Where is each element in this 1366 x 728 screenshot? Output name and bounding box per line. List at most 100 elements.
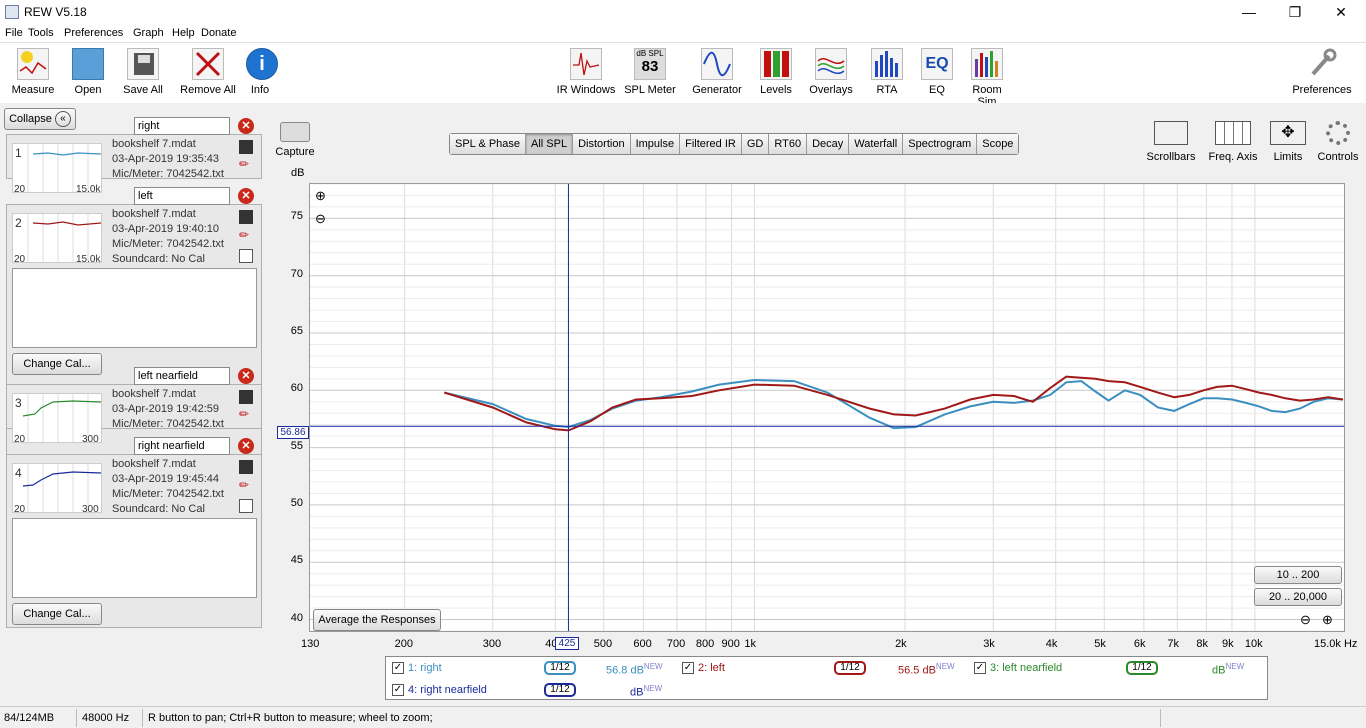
levels-button[interactable]: Levels [758, 48, 794, 96]
measurement-name-field[interactable] [134, 117, 230, 135]
rta-button[interactable]: RTA [870, 48, 904, 96]
delete-measurement-icon[interactable]: ✕ [238, 118, 254, 134]
zoom-out-icon[interactable]: ⊖ [315, 211, 326, 227]
x-tick-label: 10k [1244, 638, 1263, 650]
ir-windows-button[interactable]: IR Windows [556, 48, 616, 96]
delete-measurement-icon[interactable]: ✕ [238, 438, 254, 454]
range-10-200-button[interactable]: 10 .. 200 [1254, 566, 1342, 584]
tab-filtered-ir[interactable]: Filtered IR [680, 134, 742, 154]
legend: ✓ 1: right 1/12 56.8 dBNEW ✓ 2: left 1/1… [385, 656, 1268, 700]
cursor-y-readout: 56.86 [277, 426, 309, 439]
average-responses-button[interactable]: Average the Responses [313, 609, 441, 631]
measurement-notes[interactable] [12, 518, 257, 598]
pen-icon[interactable]: ✏ [239, 478, 253, 492]
measurement-edit-icon[interactable] [239, 390, 253, 404]
smoothing-badge[interactable]: 1/12 [834, 661, 866, 675]
x-tick-label: 8k [1196, 638, 1208, 650]
preferences-button[interactable]: Preferences [1290, 48, 1354, 96]
eq-button[interactable]: EQ EQ [920, 48, 954, 96]
measurement-name-field[interactable] [134, 437, 230, 455]
legend-checkbox[interactable]: ✓ [392, 684, 404, 696]
zoom-in-icon[interactable]: ⊕ [315, 188, 326, 204]
delete-measurement-icon[interactable]: ✕ [238, 368, 254, 384]
x-tick-label: 6k [1133, 638, 1146, 650]
scrollbars-button[interactable]: Scrollbars [1145, 121, 1197, 163]
menu-graph[interactable]: Graph [133, 27, 164, 39]
tab-decay[interactable]: Decay [807, 134, 850, 154]
collapse-button[interactable]: Collapse « [4, 108, 76, 130]
pen-icon[interactable]: ✏ [239, 407, 253, 421]
zoom-out-x-icon[interactable]: ⊖ [1300, 612, 1311, 628]
measurement-index: 4 [15, 466, 22, 480]
tab-gd[interactable]: GD [741, 134, 770, 154]
y-tick-label: 45 [290, 554, 303, 567]
status-hint: R button to pan; Ctrl+R button to measur… [148, 712, 433, 724]
tab-scope[interactable]: Scope [977, 134, 1019, 154]
save-all-button[interactable]: Save All [120, 48, 166, 96]
measurement-name-field[interactable] [134, 187, 230, 205]
title-bar: REW V5.18 — ❐ ✕ [0, 0, 1366, 24]
tab-spectrogram[interactable]: Spectrogram [903, 134, 978, 154]
close-icon[interactable]: ✕ [1318, 2, 1364, 22]
zoom-in-x-icon[interactable]: ⊕ [1322, 612, 1333, 628]
freq-axis-button[interactable]: Freq. Axis [1206, 121, 1260, 163]
limits-button[interactable]: ✥ Limits [1266, 121, 1310, 163]
levels-icon [760, 48, 792, 80]
measurement-file: bookshelf 7.mdat [112, 208, 196, 220]
change-cal-button[interactable]: Change Cal... [12, 353, 102, 375]
legend-value: 56.8 dBNEW [606, 662, 663, 677]
menu-tools[interactable]: Tools [28, 27, 54, 39]
measurement-file: bookshelf 7.mdat [112, 138, 196, 150]
overlays-button[interactable]: Overlays [808, 48, 854, 96]
freq-axis-icon [1215, 121, 1251, 145]
pen-icon[interactable]: ✏ [239, 157, 253, 171]
legend-checkbox[interactable]: ✓ [392, 662, 404, 674]
menu-file[interactable]: File [5, 27, 23, 39]
delete-measurement-icon[interactable]: ✕ [238, 188, 254, 204]
smoothing-badge[interactable]: 1/12 [1126, 661, 1158, 675]
controls-button[interactable]: Controls [1314, 121, 1362, 163]
tab-spl-phase[interactable]: SPL & Phase [450, 134, 527, 154]
tab-distortion[interactable]: Distortion [573, 134, 631, 154]
tab-rt60[interactable]: RT60 [769, 134, 808, 154]
measurement-edit-icon[interactable] [239, 460, 253, 474]
spl-meter-button[interactable]: dB SPL 83 SPL Meter [624, 48, 676, 96]
thumbnail-lo: 20 [14, 434, 26, 445]
measurement-edit-icon[interactable] [239, 140, 253, 154]
tab-waterfall[interactable]: Waterfall [849, 134, 904, 154]
measurement-date: 03-Apr-2019 19:35:43 [112, 153, 220, 165]
menu-help[interactable]: Help [172, 27, 195, 39]
generator-button[interactable]: Generator [691, 48, 743, 96]
room-sim-button[interactable]: Room Sim [962, 48, 1012, 108]
x-tick-label: 130 [301, 638, 320, 650]
smoothing-badge[interactable]: 1/12 [544, 661, 576, 675]
y-tick-label: 55 [290, 439, 303, 452]
spl-graph[interactable] [309, 183, 1345, 632]
capture-button[interactable]: Capture [272, 122, 318, 158]
thumbnail-lo: 20 [14, 254, 26, 265]
minimize-icon[interactable]: — [1226, 2, 1272, 22]
measure-button[interactable]: Measure [8, 48, 58, 96]
notes-icon[interactable] [239, 499, 253, 513]
menu-donate[interactable]: Donate [201, 27, 236, 39]
smoothing-badge[interactable]: 1/12 [544, 683, 576, 697]
restore-icon[interactable]: ❐ [1272, 2, 1318, 22]
range-20-20000-button[interactable]: 20 .. 20,000 [1254, 588, 1342, 606]
measurement-notes[interactable] [12, 268, 257, 348]
spl-chart[interactable] [310, 183, 1344, 632]
info-button[interactable]: i Info [246, 48, 278, 96]
pen-icon[interactable]: ✏ [239, 228, 253, 242]
measurement-name-field[interactable] [134, 367, 230, 385]
measurement-edit-icon[interactable] [239, 210, 253, 224]
legend-checkbox[interactable]: ✓ [974, 662, 986, 674]
open-button[interactable]: Open [70, 48, 106, 96]
x-tick-label: 1k [744, 638, 757, 650]
notes-icon[interactable] [239, 249, 253, 263]
thumbnail-lo: 20 [14, 184, 26, 195]
change-cal-button[interactable]: Change Cal... [12, 603, 102, 625]
legend-checkbox[interactable]: ✓ [682, 662, 694, 674]
tab-impulse[interactable]: Impulse [630, 134, 681, 154]
remove-all-button[interactable]: Remove All [178, 48, 238, 96]
menu-preferences[interactable]: Preferences [64, 27, 123, 39]
tab-all-spl[interactable]: All SPL [526, 134, 574, 154]
